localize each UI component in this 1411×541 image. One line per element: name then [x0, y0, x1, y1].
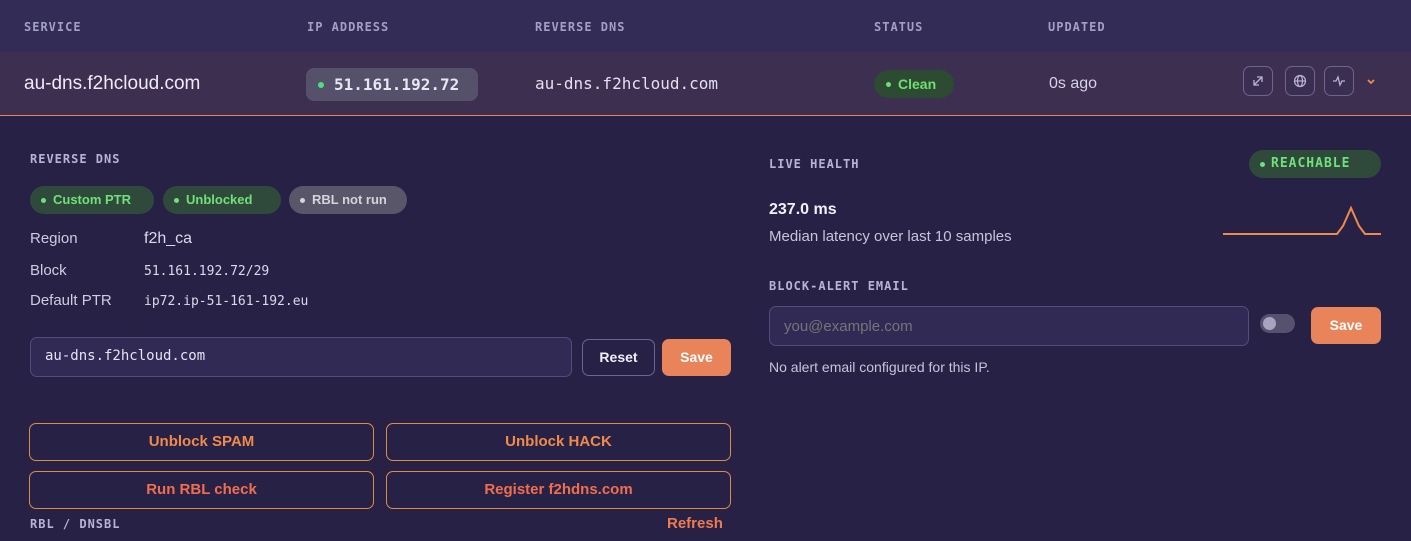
reverse-dns-value: au-dns.f2hcloud.com: [535, 74, 719, 93]
ip-address: 51.161.192.72: [334, 75, 460, 94]
globe-icon: [1293, 74, 1307, 88]
block-alert-title: BLOCK-ALERT EMAIL: [769, 279, 909, 293]
reachable-badge: REACHABLE: [1249, 150, 1381, 178]
dns-lookup-button[interactable]: [1285, 66, 1315, 96]
status-dot: [174, 198, 179, 203]
block-label: Block: [30, 262, 67, 279]
latency-caption: Median latency over last 10 samples: [769, 228, 1012, 245]
table-header: SERVICE IP ADDRESS REVERSE DNS STATUS UP…: [0, 0, 1411, 52]
open-external-button[interactable]: [1243, 66, 1273, 96]
health-check-button[interactable]: [1324, 66, 1354, 96]
alert-email-input[interactable]: [769, 306, 1249, 346]
external-link-icon: [1253, 76, 1263, 86]
service-name: au-dns.f2hcloud.com: [24, 73, 201, 94]
register-domain-button[interactable]: Register f2hdns.com: [386, 471, 731, 509]
reverse-dns-title: REVERSE DNS: [30, 152, 121, 166]
column-header-status[interactable]: STATUS: [874, 20, 923, 34]
pulse-icon: [1333, 75, 1345, 87]
rbl-dnsbl-title: RBL / DNSBL: [30, 517, 121, 531]
save-alert-button[interactable]: Save: [1311, 307, 1381, 344]
badge-label: Custom PTR: [53, 192, 131, 207]
status-dot: [1260, 162, 1265, 167]
status-badge: Clean: [874, 70, 954, 98]
latency-value: 237.0 ms: [769, 201, 837, 218]
alert-toggle[interactable]: [1260, 314, 1295, 333]
latency-sparkline: [1223, 205, 1381, 235]
region-label: Region: [30, 230, 78, 247]
status-dot: [300, 198, 305, 203]
run-rbl-check-button[interactable]: Run RBL check: [29, 471, 374, 509]
rbl-status-badge: RBL not run: [289, 186, 407, 214]
unblock-hack-button[interactable]: Unblock HACK: [386, 423, 731, 461]
column-header-service[interactable]: SERVICE: [24, 20, 82, 34]
toggle-knob: [1263, 317, 1276, 330]
alert-note: No alert email configured for this IP.: [769, 359, 990, 375]
badge-label: Unblocked: [186, 192, 253, 207]
badge-label: RBL not run: [312, 192, 387, 207]
default-ptr-value: ip72.ip-51-161-192.eu: [144, 294, 309, 309]
reset-button[interactable]: Reset: [582, 339, 655, 376]
ip-address-pill[interactable]: 51.161.192.72: [306, 68, 478, 101]
save-ptr-button[interactable]: Save: [662, 339, 731, 376]
status-text: Clean: [898, 76, 937, 92]
chevron-down-icon[interactable]: [1366, 78, 1376, 86]
updated-time: 0s ago: [1049, 75, 1098, 92]
refresh-link[interactable]: Refresh: [667, 515, 723, 532]
region-value: f2h_ca: [144, 230, 193, 247]
unblock-spam-button[interactable]: Unblock SPAM: [29, 423, 374, 461]
table-row[interactable]: au-dns.f2hcloud.com 51.161.192.72 au-dns…: [0, 52, 1411, 116]
custom-ptr-badge: Custom PTR: [30, 186, 154, 214]
ptr-input[interactable]: au-dns.f2hcloud.com: [30, 337, 572, 377]
block-value: 51.161.192.72/29: [144, 264, 270, 279]
column-header-reverse-dns[interactable]: REVERSE DNS: [535, 20, 625, 34]
column-header-updated[interactable]: UPDATED: [1048, 20, 1106, 34]
column-header-ip[interactable]: IP ADDRESS: [307, 20, 389, 34]
unblocked-badge: Unblocked: [163, 186, 281, 214]
status-dot: [886, 82, 891, 87]
live-health-title: LIVE HEALTH: [769, 157, 860, 171]
default-ptr-label: Default PTR: [30, 292, 112, 309]
reachable-label: REACHABLE: [1271, 156, 1351, 171]
status-dot: [318, 82, 324, 88]
status-dot: [41, 198, 46, 203]
